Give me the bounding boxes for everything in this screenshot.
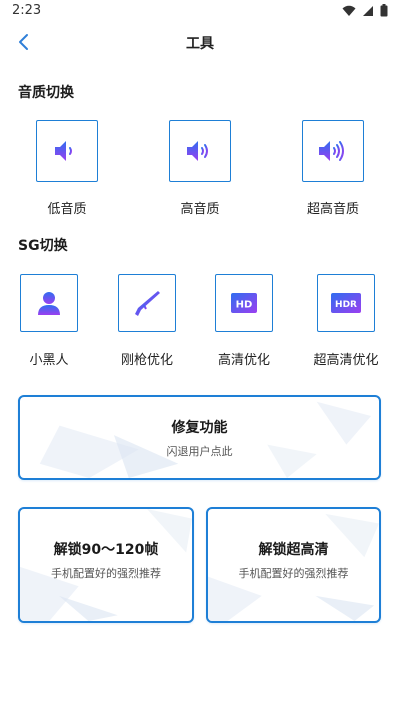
repair-card-subtitle: 闪退用户点此: [166, 445, 233, 458]
audio-medium-tile[interactable]: [169, 120, 231, 182]
sg-section-title: SG切换: [18, 238, 68, 254]
rifle-icon: [135, 291, 160, 316]
unlock-fps-title: 解锁90～120帧: [53, 542, 159, 558]
card-decoration: [39, 401, 372, 478]
speaker-high-icon: [319, 141, 344, 161]
unlock-fps-card[interactable]: 解锁90～120帧 手机配置好的强烈推荐: [18, 507, 194, 623]
battery-icon: [380, 4, 388, 17]
audio-section-title: 音质切换: [18, 85, 74, 101]
repair-card-title: 修复功能: [171, 420, 228, 436]
sg-rifle-tile[interactable]: [118, 274, 176, 332]
repair-card[interactable]: 修复功能 闪退用户点此: [18, 395, 381, 480]
app-bar: 工具: [0, 24, 400, 60]
speaker-low-icon: [55, 141, 72, 161]
unlock-hd-card[interactable]: 解锁超高清 手机配置好的强烈推荐: [206, 507, 381, 623]
sg-hdr-label: 超高清优化: [313, 353, 379, 368]
audio-low-tile[interactable]: [36, 120, 98, 182]
sg-rifle-label: 刚枪优化: [120, 353, 173, 368]
hd-badge-text: HD: [236, 300, 253, 311]
sg-hd-icon-box: HD: [215, 274, 273, 332]
sg-rifle-icon-box: [118, 274, 176, 332]
unlock-fps-subtitle: 手机配置好的强烈推荐: [51, 567, 161, 580]
status-time: 2:23: [12, 3, 42, 18]
sg-person-icon-box: [20, 274, 78, 332]
sg-hdr-icon-box: HDR: [317, 274, 375, 332]
status-bar: 2:23: [0, 0, 400, 24]
hdr-badge-text: HDR: [335, 300, 357, 310]
audio-high-tile[interactable]: [302, 120, 364, 182]
sg-hd-tile[interactable]: HD: [215, 274, 273, 332]
wifi-icon: [342, 5, 356, 16]
audio-low-label: 低音质: [47, 202, 87, 217]
status-icons: [342, 4, 388, 17]
audio-low-icon-box: [36, 120, 98, 182]
sg-person-tile[interactable]: [20, 274, 78, 332]
hdr-icon: HDR: [331, 293, 361, 313]
sg-hdr-tile[interactable]: HDR: [317, 274, 375, 332]
sg-person-label: 小黑人: [29, 353, 69, 368]
unlock-hd-subtitle: 手机配置好的强烈推荐: [238, 567, 349, 580]
audio-high-label: 超高音质: [306, 202, 359, 217]
sg-hd-label: 高清优化: [217, 353, 270, 368]
audio-medium-label: 高音质: [180, 202, 220, 217]
person-icon: [38, 292, 60, 315]
hd-icon: HD: [231, 293, 257, 313]
speaker-medium-icon: [187, 141, 208, 161]
audio-medium-icon-box: [169, 120, 231, 182]
unlock-hd-title: 解锁超高清: [258, 542, 329, 558]
signal-icon: [363, 5, 373, 16]
page-title: 工具: [186, 36, 214, 52]
audio-high-icon-box: [302, 120, 364, 182]
